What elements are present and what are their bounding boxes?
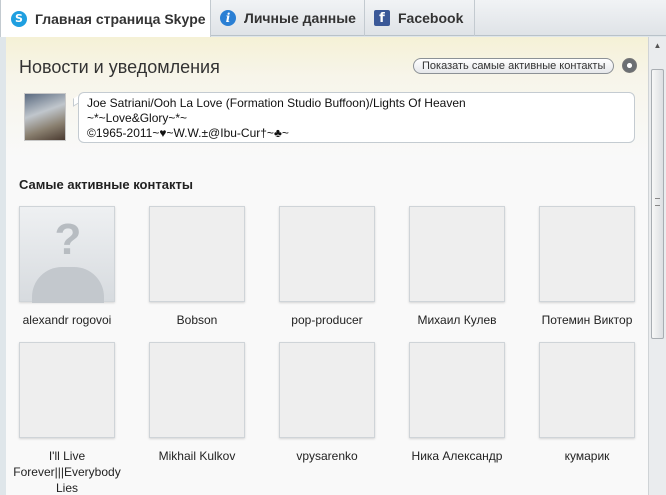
contact-name: Ника Александр — [411, 449, 503, 463]
contact-name: I'll Live Forever|||Everybody Lies — [13, 449, 121, 495]
contact-name: pop-producer — [291, 313, 363, 327]
avatar — [19, 342, 115, 438]
contact-name: vpysarenko — [296, 449, 358, 463]
mood-message: Joe Satriani/Ooh La Love (Formation Stud… — [78, 92, 635, 143]
contact-name: кумарик — [564, 449, 610, 463]
mood-line: ~*~Love&Glory~*~ — [87, 111, 188, 125]
avatar — [539, 342, 635, 438]
contact-name: Mikhail Kulkov — [158, 449, 236, 463]
facebook-icon: f — [374, 10, 390, 26]
tab-skype-home[interactable]: S Главная страница Skype — [0, 0, 211, 37]
mood-line: ©1965-2011~♥~W.W.±@Ibu-Cur†~♣~ — [87, 126, 289, 140]
default-avatar-icon: ? — [19, 206, 115, 303]
contact-name: Потемин Виктор — [541, 313, 633, 327]
avatar — [409, 206, 505, 302]
avatar — [149, 342, 245, 438]
scroll-thumb[interactable] — [651, 69, 664, 339]
tab-facebook[interactable]: f Facebook — [365, 0, 475, 36]
avatar — [539, 206, 635, 302]
mood-line: Joe Satriani/Ooh La Love (Formation Stud… — [87, 96, 466, 110]
tab-label: Личные данные — [244, 10, 356, 26]
avatar — [409, 342, 505, 438]
gear-icon[interactable] — [622, 58, 637, 73]
info-icon: i — [220, 10, 236, 26]
skype-icon: S — [11, 10, 27, 27]
vertical-scrollbar[interactable]: ▲ — [648, 37, 666, 495]
contact-name: Михаил Кулев — [417, 313, 497, 327]
contact-name: Bobson — [176, 313, 218, 327]
news-heading: Новости и уведомления — [19, 57, 220, 77]
grip-icon — [655, 198, 660, 206]
scroll-up-icon[interactable]: ▲ — [651, 39, 664, 52]
main-panel: Новости и уведомления Показать самые акт… — [6, 37, 648, 495]
avatar — [279, 206, 375, 302]
contact-name: alexandr rogovoi — [22, 313, 112, 327]
avatar[interactable] — [24, 93, 66, 141]
show-active-contacts-button[interactable]: Показать самые активные контакты — [413, 58, 615, 74]
tab-personal-info[interactable]: i Личные данные — [211, 0, 365, 36]
tab-label: Facebook — [398, 10, 464, 26]
tab-label: Главная страница Skype — [35, 10, 206, 27]
avatar — [149, 206, 245, 302]
avatar — [279, 342, 375, 438]
tab-bar: S Главная страница Skype i Личные данные… — [0, 0, 666, 37]
active-contacts-title: Самые активные контакты — [19, 177, 193, 192]
